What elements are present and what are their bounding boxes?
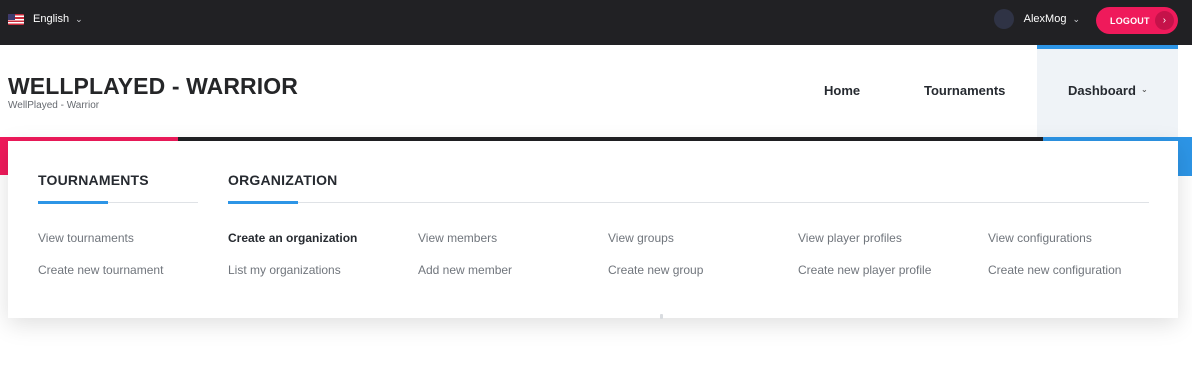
- language-selector[interactable]: English ⌄: [8, 12, 83, 26]
- link-create-tournament[interactable]: Create new tournament: [38, 263, 163, 277]
- link-view-configurations[interactable]: View configurations: [988, 231, 1092, 245]
- chevron-down-icon: ⌄: [1072, 13, 1080, 24]
- link-view-members[interactable]: View members: [418, 231, 497, 245]
- site-subtitle: WellPlayed - Warrior: [8, 100, 100, 111]
- language-label: English: [33, 13, 70, 25]
- background-fragment: [660, 314, 663, 319]
- chevron-down-icon: ⌄: [75, 13, 83, 24]
- link-view-tournaments[interactable]: View tournaments: [38, 231, 134, 245]
- section-accent: [228, 201, 298, 204]
- section-accent: [38, 201, 108, 204]
- site-header: WELLPLAYED - WARRIOR WellPlayed - Warrio…: [0, 45, 1192, 137]
- nav-dashboard[interactable]: Dashboard ⌄: [1037, 45, 1178, 137]
- avatar[interactable]: [993, 9, 1014, 29]
- link-view-player-profiles[interactable]: View player profiles: [798, 231, 902, 245]
- username: AlexMog: [1023, 13, 1067, 25]
- nav-home[interactable]: Home: [824, 83, 860, 98]
- nav-tournaments[interactable]: Tournaments: [924, 83, 1005, 98]
- link-create-player-profile[interactable]: Create new player profile: [798, 263, 931, 277]
- chevron-down-icon: ⌄: [1141, 85, 1148, 94]
- top-bar: English ⌄ AlexMog ⌄ LOGOUT ›: [0, 0, 1192, 45]
- divider: [228, 202, 1149, 203]
- chevron-right-icon: ›: [1155, 11, 1174, 30]
- link-add-member[interactable]: Add new member: [418, 263, 512, 277]
- user-menu[interactable]: AlexMog ⌄: [993, 9, 1080, 29]
- link-list-organizations[interactable]: List my organizations: [228, 263, 341, 277]
- nav-dashboard-label: Dashboard: [1068, 83, 1136, 98]
- accent-block-pink: [0, 141, 8, 175]
- us-flag-icon: [8, 13, 24, 25]
- link-view-groups[interactable]: View groups: [608, 231, 674, 245]
- link-create-organization[interactable]: Create an organization: [228, 231, 357, 245]
- section-title-organization: ORGANIZATION: [228, 172, 338, 188]
- logout-label: LOGOUT: [1110, 15, 1150, 26]
- site-title[interactable]: WELLPLAYED - WARRIOR: [8, 73, 298, 100]
- accent-block-blue: [1178, 141, 1192, 176]
- dashboard-mega-menu: TOURNAMENTS View tournaments Create new …: [8, 141, 1178, 318]
- logout-button[interactable]: LOGOUT ›: [1096, 7, 1178, 34]
- section-title-tournaments: TOURNAMENTS: [38, 172, 149, 188]
- link-create-group[interactable]: Create new group: [608, 263, 703, 277]
- link-create-configuration[interactable]: Create new configuration: [988, 263, 1121, 277]
